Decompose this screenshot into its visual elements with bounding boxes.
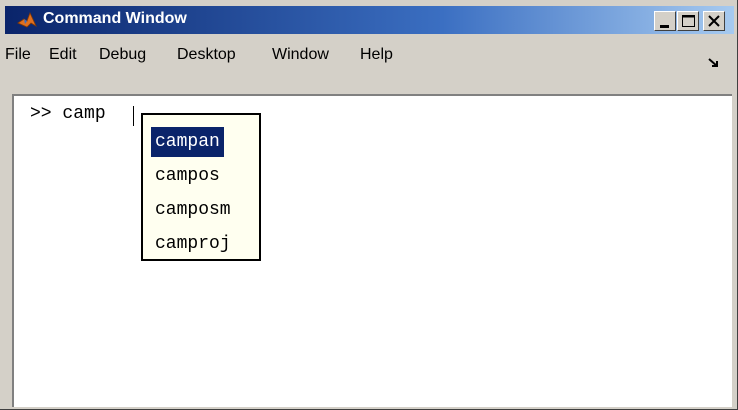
maximize-button[interactable] [677, 11, 699, 31]
matlab-logo-icon [17, 11, 37, 28]
text-cursor [133, 106, 134, 126]
command-window: Command Window File Edit Debug Desktop W… [0, 0, 738, 410]
command-console[interactable]: >> camp campan campos camposm camproj [12, 94, 732, 407]
command-line[interactable]: >> camp [30, 104, 106, 124]
completion-item[interactable]: camproj [151, 229, 235, 259]
menu-edit[interactable]: Edit [49, 46, 77, 64]
completion-item-selected[interactable]: campan [151, 127, 224, 157]
close-button[interactable] [703, 11, 725, 31]
menu-debug[interactable]: Debug [99, 46, 146, 64]
menu-file[interactable]: File [5, 46, 31, 64]
completion-item[interactable]: campos [151, 161, 224, 191]
window-title: Command Window [43, 10, 187, 27]
maximize-icon [682, 15, 695, 27]
command-input[interactable]: camp [62, 104, 105, 124]
title-bar[interactable]: Command Window [5, 6, 734, 34]
menu-desktop[interactable]: Desktop [177, 46, 236, 64]
minimize-button[interactable] [654, 11, 676, 31]
prompt: >> [30, 104, 52, 124]
menu-bar: File Edit Debug Desktop Window Help [5, 40, 734, 70]
completion-item[interactable]: camposm [151, 195, 235, 225]
menu-help[interactable]: Help [360, 46, 393, 64]
autocomplete-popup: campan campos camposm camproj [141, 113, 261, 261]
menu-window[interactable]: Window [272, 46, 329, 64]
minimize-icon [660, 25, 669, 28]
close-icon [708, 15, 720, 27]
undock-arrow-icon[interactable] [708, 58, 720, 68]
